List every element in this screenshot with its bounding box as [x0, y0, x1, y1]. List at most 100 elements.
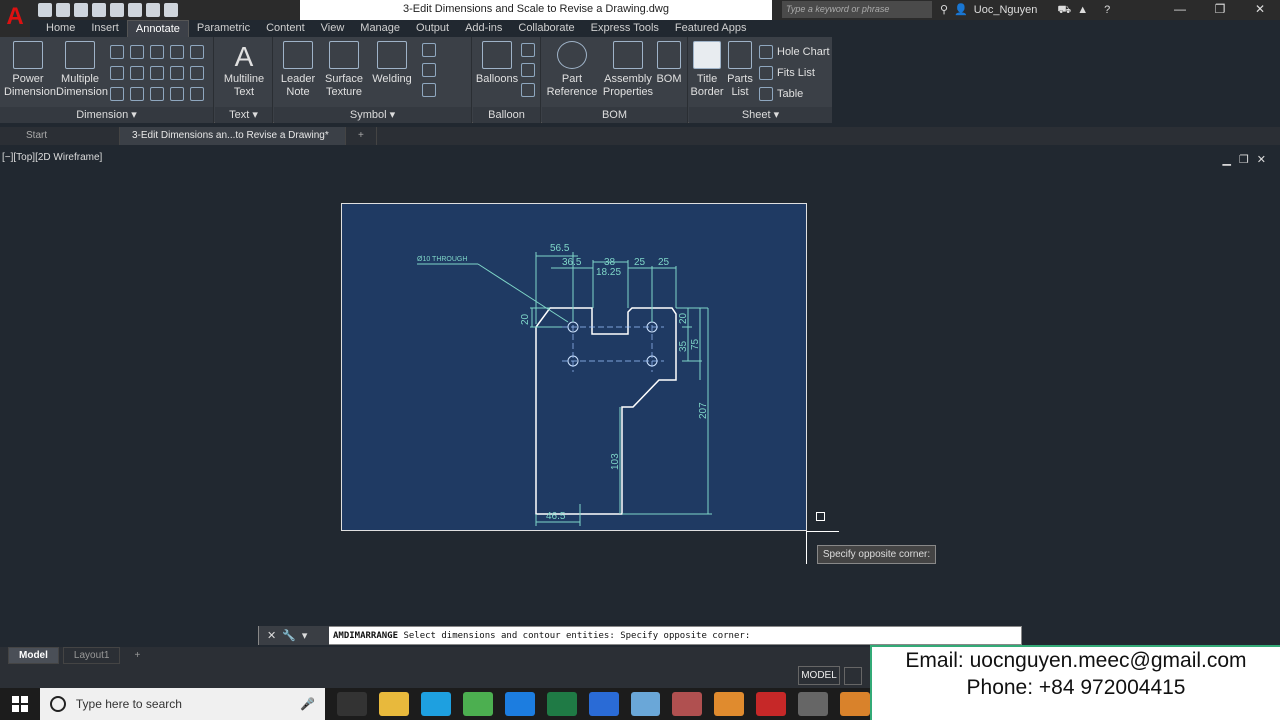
skype-icon[interactable]	[420, 692, 451, 716]
edge-symbol-icon[interactable]	[422, 83, 436, 97]
file-explorer-icon[interactable]	[379, 692, 409, 716]
calculator-icon[interactable]	[798, 692, 829, 716]
ordinate-dim-icon[interactable]	[150, 45, 164, 59]
search-input[interactable]: Type a keyword or phrase	[782, 1, 932, 18]
tab-content[interactable]: Content	[258, 20, 313, 37]
tab-manage[interactable]: Manage	[352, 20, 408, 37]
app-icon[interactable]	[672, 692, 703, 716]
welding-button[interactable]: Welding	[368, 41, 416, 86]
part-reference-button[interactable]: Part Reference	[546, 41, 598, 99]
start-button[interactable]	[0, 688, 40, 720]
tab-layout1[interactable]: Layout1	[62, 647, 121, 664]
tab-drawing[interactable]: 3-Edit Dimensions an...to Revise a Drawi…	[120, 127, 346, 145]
tab-model[interactable]: Model	[8, 647, 59, 664]
close-icon[interactable]: ✕	[1257, 153, 1266, 166]
wrench-icon[interactable]: 🔧	[282, 629, 296, 642]
inventor-icon[interactable]	[714, 692, 745, 716]
arc-dim-icon[interactable]	[110, 66, 124, 80]
tab-home[interactable]: Home	[38, 20, 83, 37]
zalo-icon[interactable]	[504, 692, 535, 716]
datum-icon[interactable]	[422, 43, 436, 57]
minimize-icon[interactable]: —	[1160, 0, 1200, 20]
autocad-icon[interactable]	[756, 692, 787, 716]
angular-dim-icon[interactable]	[170, 45, 184, 59]
recent-commands-icon[interactable]: ▾	[302, 629, 308, 642]
open-icon[interactable]	[56, 3, 70, 17]
multiline-text-button[interactable]: A Multiline Text	[221, 41, 267, 99]
jogged-dim-icon[interactable]	[150, 66, 164, 80]
title-border-button[interactable]: Title Border	[689, 41, 725, 99]
drawing-sheet[interactable]: Ø10 THROUGH 56.5 36.5 38 18.25 25 25 20 …	[341, 203, 807, 531]
media-icon[interactable]	[840, 692, 871, 716]
viewport-controls-label[interactable]: [−][Top][2D Wireframe]	[2, 152, 102, 163]
balloon-align-icon[interactable]	[521, 43, 535, 57]
bom-button[interactable]: BOM	[654, 41, 684, 86]
aligned-dim-icon[interactable]	[130, 45, 144, 59]
tab-start[interactable]: Start	[0, 127, 120, 145]
continue-dim-icon[interactable]	[130, 87, 144, 101]
cart-icon[interactable]: ⛟	[1057, 1, 1071, 20]
task-view-icon[interactable]	[337, 692, 368, 716]
space-dim-icon[interactable]	[190, 66, 204, 80]
tab-annotate[interactable]: Annotate	[126, 20, 189, 37]
close-icon[interactable]: ✕	[1240, 0, 1280, 20]
undo-icon[interactable]	[128, 3, 142, 17]
tab-add-ins[interactable]: Add-ins	[457, 20, 510, 37]
dimension-panel-label[interactable]: Dimension ▾	[0, 107, 213, 123]
user-name[interactable]: Uoc_Nguyen	[974, 1, 1038, 20]
table-button[interactable]: Table	[759, 87, 803, 101]
hole-chart-button[interactable]: Hole Chart	[759, 45, 830, 59]
assembly-properties-button[interactable]: Assembly Properties	[602, 41, 654, 99]
tab-collaborate[interactable]: Collaborate	[510, 20, 582, 37]
tab-featured-apps[interactable]: Featured Apps	[667, 20, 755, 37]
surface-texture-button[interactable]: Surface Texture	[322, 41, 366, 99]
solidworks-icon[interactable]	[588, 692, 619, 716]
tab-view[interactable]: View	[313, 20, 353, 37]
feature-control-icon[interactable]	[422, 63, 436, 77]
tab-output[interactable]: Output	[408, 20, 457, 37]
parts-list-button[interactable]: Parts List	[725, 41, 755, 99]
tab-insert[interactable]: Insert	[83, 20, 127, 37]
baseline-dim-icon[interactable]	[150, 87, 164, 101]
sheet-panel-label[interactable]: Sheet ▾	[689, 107, 832, 123]
linear-dim-icon[interactable]	[110, 45, 124, 59]
application-menu-button[interactable]: A	[0, 0, 30, 38]
tab-express-tools[interactable]: Express Tools	[583, 20, 667, 37]
add-layout-button[interactable]: +	[124, 648, 150, 663]
leader-note-button[interactable]: Leader Note	[276, 41, 320, 99]
radius-dim-icon[interactable]	[130, 66, 144, 80]
grid-icon[interactable]	[844, 667, 862, 685]
chain-dim-icon[interactable]	[170, 87, 184, 101]
plot-icon[interactable]	[110, 3, 124, 17]
binoculars-icon[interactable]: ⚲	[940, 1, 948, 20]
excel-icon[interactable]	[546, 692, 577, 716]
new-icon[interactable]	[38, 3, 52, 17]
fits-list-button[interactable]: Fits List	[759, 66, 815, 80]
multiple-dimension-button[interactable]: Multiple Dimension	[56, 41, 108, 99]
arc-length-icon[interactable]	[110, 87, 124, 101]
coccoc-icon[interactable]	[462, 692, 493, 716]
power-dimension-button[interactable]: Power Dimension	[4, 41, 56, 99]
symbol-panel-label[interactable]: Symbol ▾	[274, 107, 471, 123]
balloon-reorder-icon[interactable]	[521, 83, 535, 97]
text-panel-label[interactable]: Text ▾	[215, 107, 272, 123]
dim-style-icon[interactable]	[190, 45, 204, 59]
arrange-dim-icon[interactable]	[190, 87, 204, 101]
workspace-icon[interactable]	[164, 3, 178, 17]
taskbar-search[interactable]: Type here to search 🎤	[39, 688, 326, 720]
command-line[interactable]: ✕ 🔧 ▾ AMDIMARRANGE Select dimensions and…	[258, 626, 1022, 645]
save-icon[interactable]	[74, 3, 88, 17]
help-icon[interactable]: ?	[1104, 1, 1110, 20]
model-space-button[interactable]: MODEL	[798, 666, 840, 685]
close-icon[interactable]: ✕	[267, 629, 276, 642]
save-as-icon[interactable]	[92, 3, 106, 17]
exchange-icon[interactable]: ▲	[1077, 1, 1088, 20]
minimize-icon[interactable]: ▁	[1222, 153, 1230, 166]
tab-parametric[interactable]: Parametric	[189, 20, 258, 37]
balloon-edit-icon[interactable]	[521, 63, 535, 77]
break-dim-icon[interactable]	[170, 66, 184, 80]
new-tab-button[interactable]: +	[346, 127, 377, 145]
microphone-icon[interactable]: 🎤	[300, 697, 315, 711]
app-icon[interactable]	[630, 692, 661, 716]
restore-icon[interactable]: ❐	[1239, 153, 1249, 166]
